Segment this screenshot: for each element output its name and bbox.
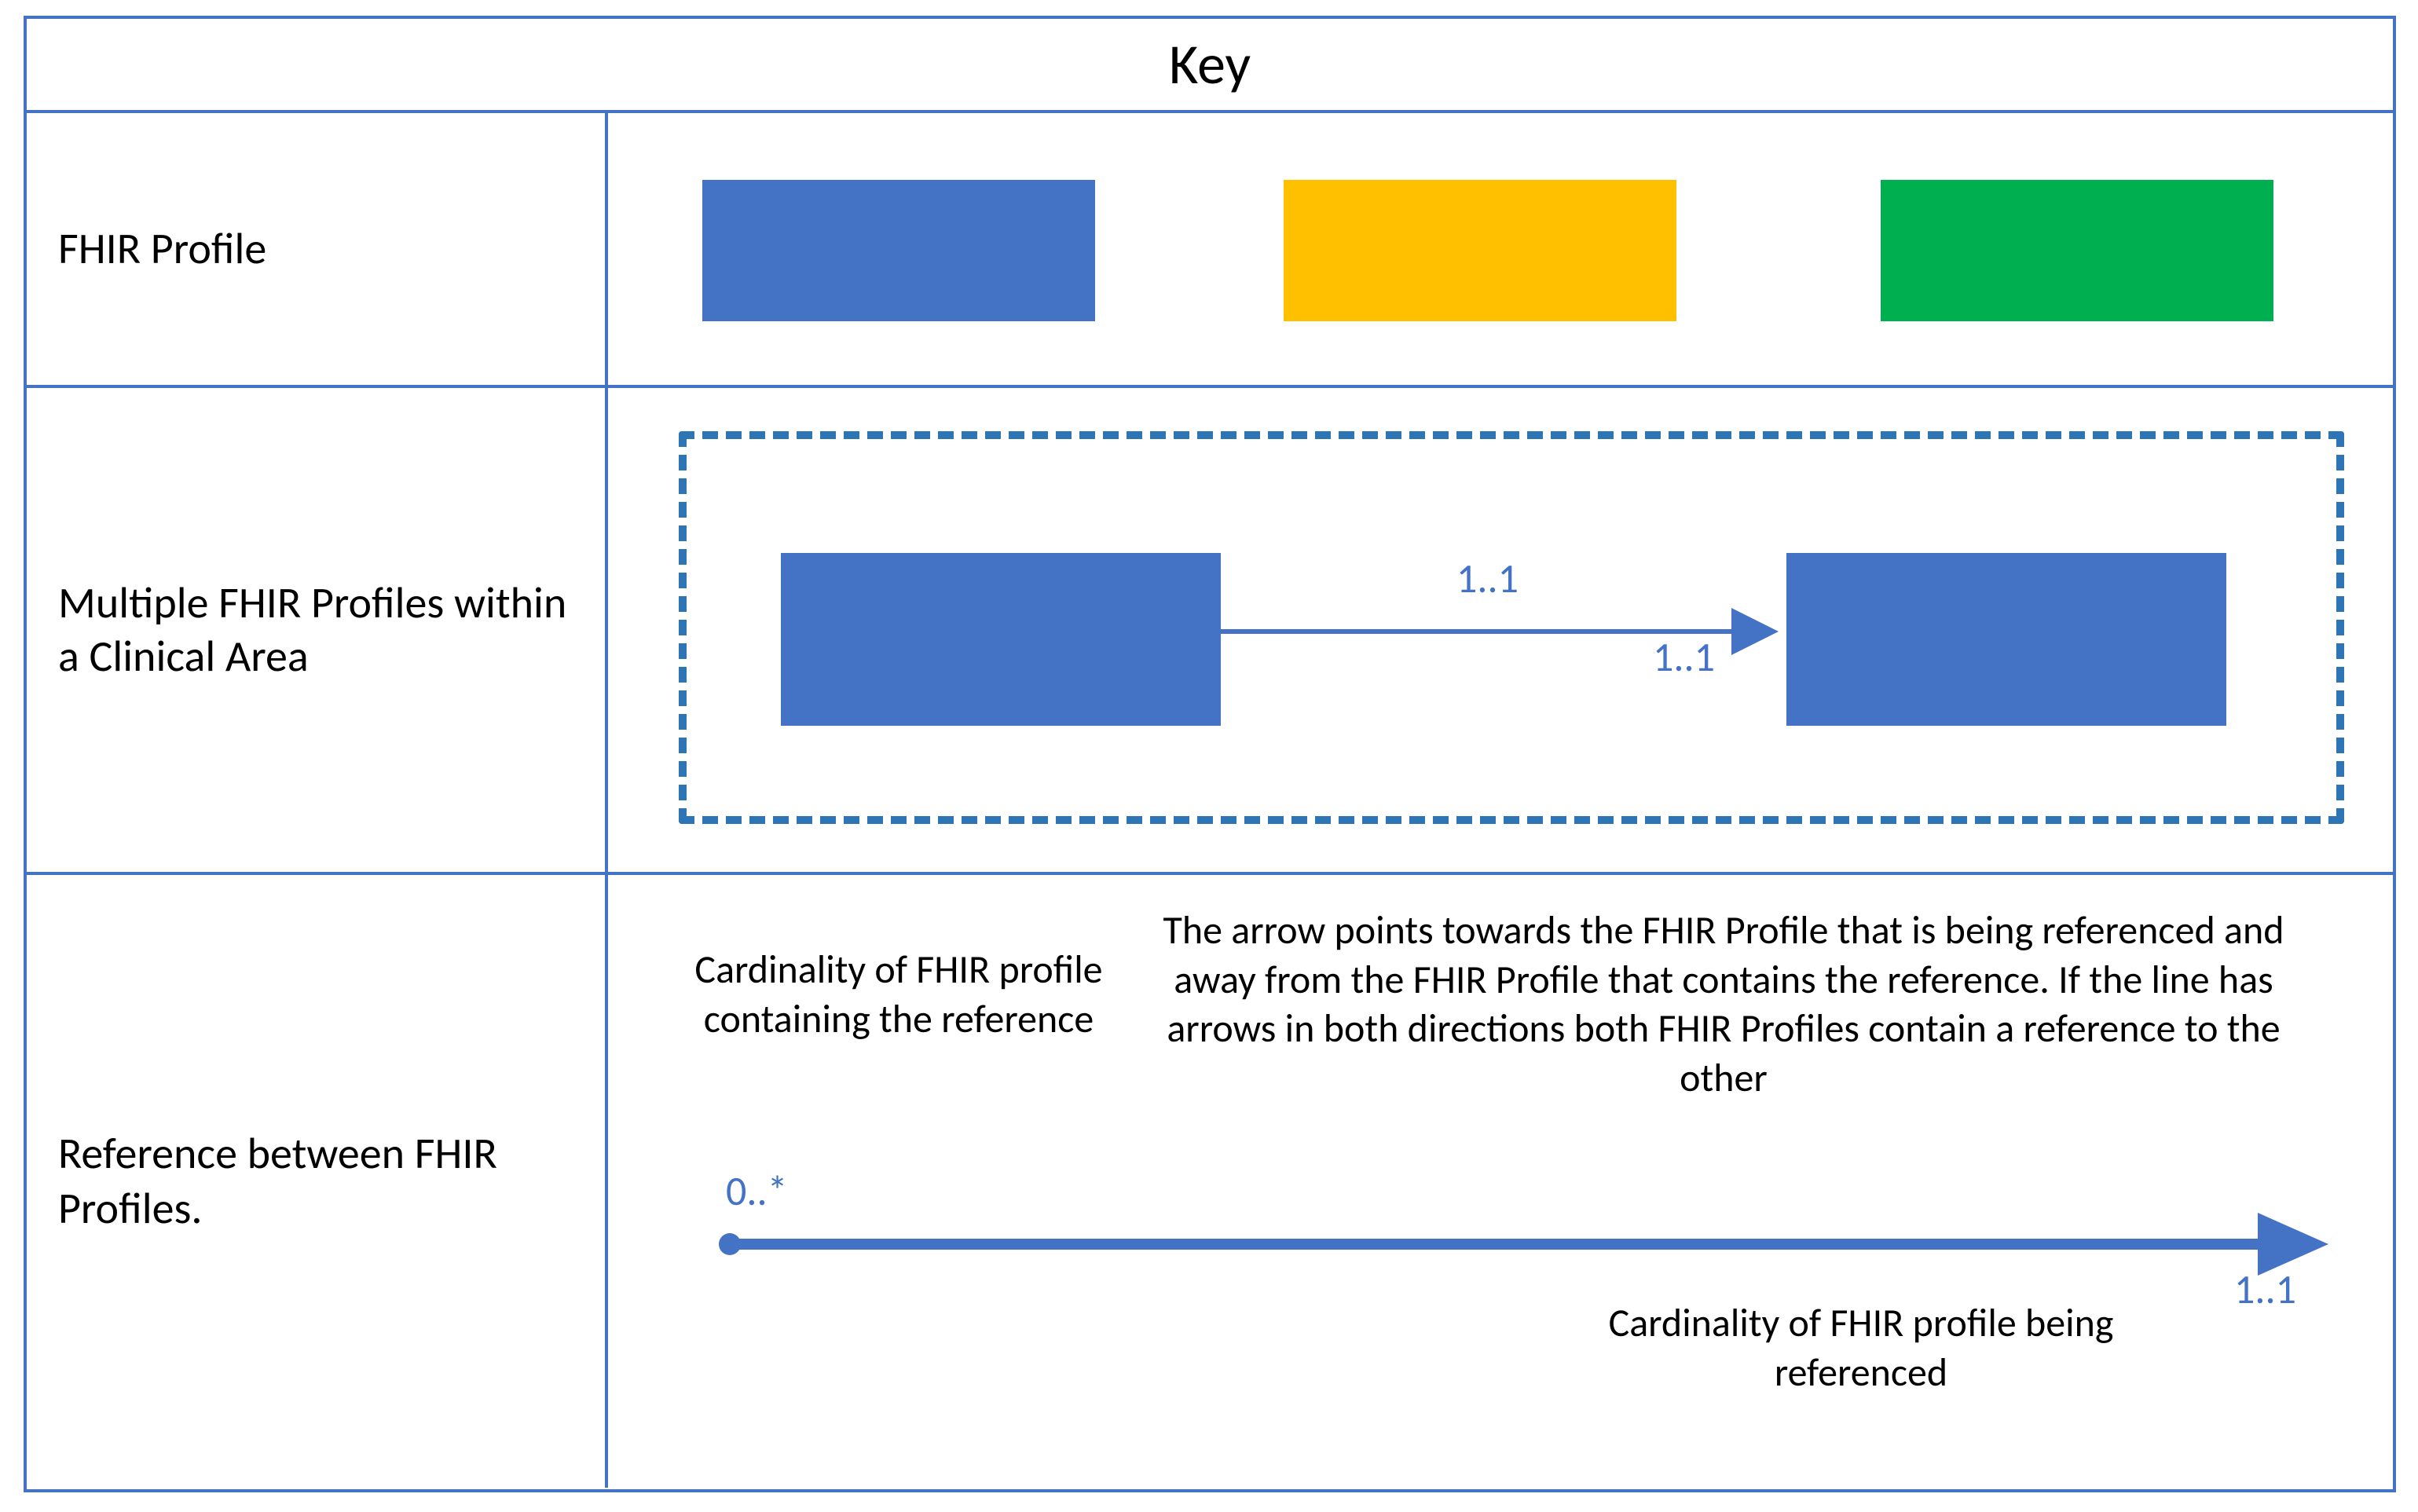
row2-label-cell: Multiple FHIR Profiles within a Clinical… [27,388,608,872]
row3-cardinality-target: 1..1 [2234,1264,2296,1314]
row3-arrow-icon [608,875,2399,1488]
row3-diagram: Cardinality of FHIR profile containing t… [608,875,2393,1488]
row2-cardinality-source: 1..1 [1456,553,1519,603]
row2-label: Multiple FHIR Profiles within a Clinical… [58,577,573,683]
row-reference: Reference between FHIR Profiles. Cardina… [27,875,2393,1488]
key-legend: Key FHIR Profile Multiple FHIR Profiles … [24,16,2396,1492]
row2-diagram: 1..1 1..1 [608,388,2393,872]
row2-arrow-icon [608,388,2399,875]
row-fhir-profile: FHIR Profile [27,113,2393,388]
row3-label: Reference between FHIR Profiles. [58,1126,573,1236]
legend-title: Key [27,19,2393,113]
row-clinical-area: Multiple FHIR Profiles within a Clinical… [27,388,2393,875]
row3-cardinality-source: 0..* [726,1166,788,1216]
row1-label: FHIR Profile [58,222,266,276]
profile-swatch-blue [702,180,1095,321]
row1-swatches [608,113,2393,385]
row3-label-cell: Reference between FHIR Profiles. [27,875,608,1488]
row2-cardinality-target: 1..1 [1653,632,1715,682]
row1-label-cell: FHIR Profile [27,113,608,385]
profile-swatch-green [1881,180,2273,321]
profile-swatch-yellow [1284,180,1676,321]
